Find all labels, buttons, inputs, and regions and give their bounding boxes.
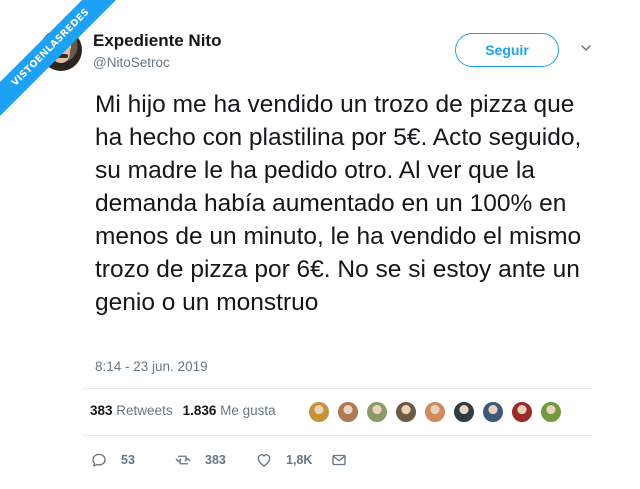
watermark-text: VISTOENLASREDES bbox=[0, 0, 127, 124]
divider bbox=[82, 388, 592, 389]
likes-count: 1.836 bbox=[182, 403, 217, 418]
tweet-actions: 53 383 1,8K bbox=[90, 450, 360, 470]
liker-avatar[interactable] bbox=[539, 400, 563, 424]
liker-avatar[interactable] bbox=[510, 400, 534, 424]
liker-avatar[interactable] bbox=[365, 400, 389, 424]
liker-avatar[interactable] bbox=[423, 400, 447, 424]
like-count: 1,8K bbox=[286, 453, 313, 467]
retweets-stat[interactable]: 383 Retweets bbox=[90, 403, 173, 418]
liker-avatar[interactable] bbox=[452, 400, 476, 424]
tweet-timestamp[interactable]: 8:14 - 23 jun. 2019 bbox=[95, 359, 208, 374]
reply-action[interactable]: 53 bbox=[90, 450, 135, 470]
liker-avatar[interactable] bbox=[307, 400, 331, 424]
liker-avatar[interactable] bbox=[336, 400, 360, 424]
liker-avatar[interactable] bbox=[481, 400, 505, 424]
retweets-count: 383 bbox=[90, 403, 113, 418]
liker-avatar[interactable] bbox=[394, 400, 418, 424]
follow-button[interactable]: Seguir bbox=[455, 33, 559, 67]
tweet-text: Mi hijo me ha vendido un trozo de pizza … bbox=[95, 91, 582, 316]
likes-stat[interactable]: 1.836 Me gusta bbox=[183, 403, 276, 418]
reply-icon bbox=[92, 453, 106, 467]
likes-label: Me gusta bbox=[220, 403, 276, 418]
message-action[interactable] bbox=[330, 450, 348, 470]
divider bbox=[82, 435, 592, 436]
heart-icon bbox=[257, 454, 271, 467]
engagement-stats: 383 Retweets 1.836 Me gusta bbox=[90, 403, 276, 418]
reply-count: 53 bbox=[121, 453, 135, 467]
watermark-ribbon: VISTOENLASREDES bbox=[0, 0, 130, 130]
like-action[interactable]: 1,8K bbox=[255, 450, 312, 470]
retweet-count: 383 bbox=[205, 453, 226, 467]
retweet-icon bbox=[175, 455, 191, 465]
retweet-action[interactable]: 383 bbox=[174, 450, 226, 470]
envelope-icon bbox=[332, 454, 346, 466]
chevron-down-icon[interactable] bbox=[580, 42, 592, 54]
retweets-label: Retweets bbox=[116, 403, 173, 418]
